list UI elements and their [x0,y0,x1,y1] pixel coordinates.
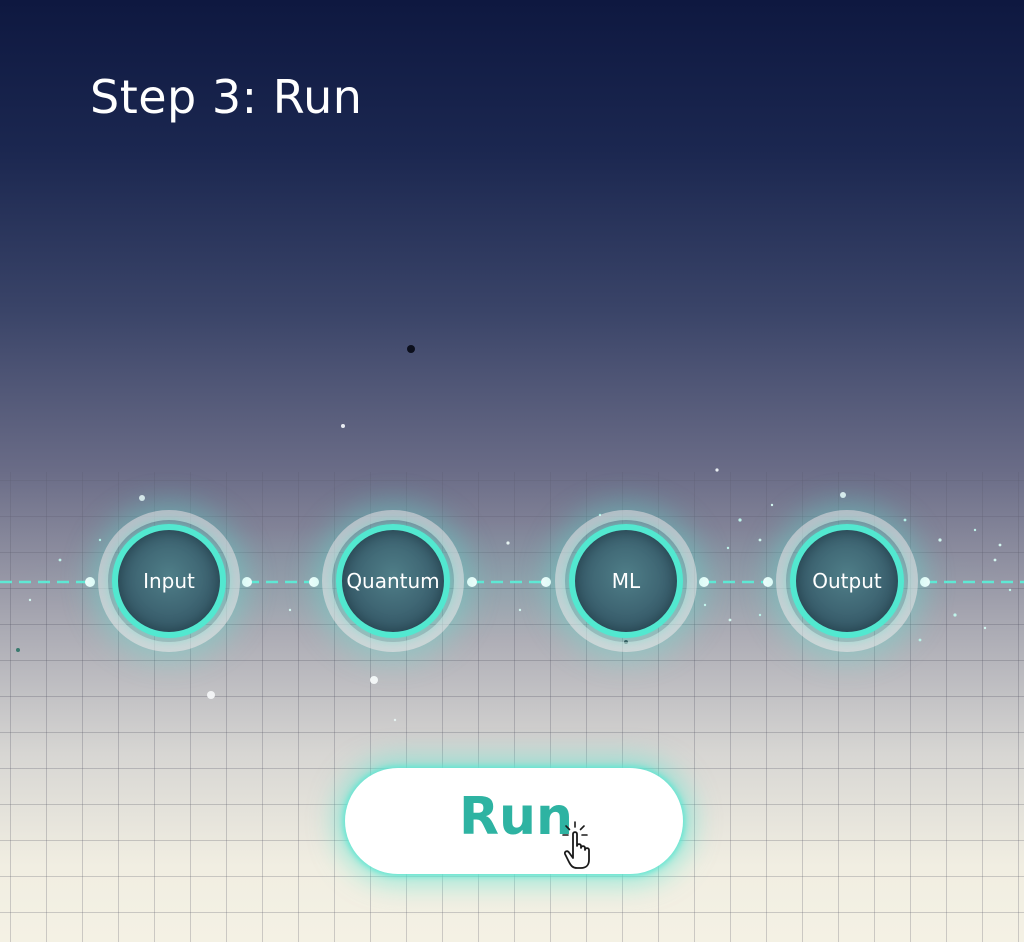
node-label: Quantum [346,569,440,593]
node-label: Output [812,569,882,593]
port-dot [85,577,95,587]
pipeline-node-quantum: Quantum [322,510,464,652]
node-label: Input [143,569,195,593]
port-dot [699,577,709,587]
pipeline: Input Quantum ML Output [0,510,1024,652]
port-dot [763,577,773,587]
pipeline-node-ml: ML [555,510,697,652]
node-core: Input [112,524,226,638]
port-dot [309,577,319,587]
pipeline-node-input: Input [98,510,240,652]
page-title: Step 3: Run [90,70,363,124]
port-dot [467,577,477,587]
port-dot [541,577,551,587]
node-label: ML [611,569,641,593]
pipeline-node-output: Output [776,510,918,652]
run-button[interactable]: Run [345,768,683,874]
stage: Step 3: Run Input Quantum ML Output Run [0,0,1024,942]
hand-pointer-icon [562,821,590,869]
run-button-label: Run [459,787,574,847]
port-dot [242,577,252,587]
port-dot [920,577,930,587]
node-core: Quantum [336,524,450,638]
node-core: Output [790,524,904,638]
node-core: ML [569,524,683,638]
